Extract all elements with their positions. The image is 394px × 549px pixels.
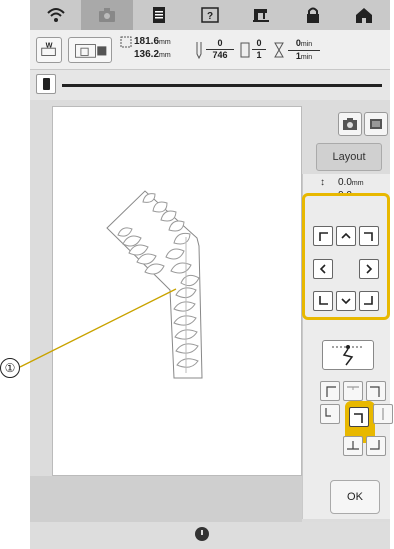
start-top-right-button[interactable] (366, 381, 386, 401)
start-top-left-button[interactable] (320, 381, 340, 401)
top-toolbar: ? (30, 0, 390, 30)
vertical-offset: ↕ 0.0mm (320, 177, 364, 190)
lower-area (30, 476, 302, 522)
stitch-path-icon (332, 345, 364, 366)
start-bottom-right-button[interactable] (366, 436, 386, 456)
spool-icon (42, 78, 50, 90)
move-up-left-button[interactable] (313, 226, 333, 246)
needle-icon (196, 42, 202, 60)
pattern-height: 136.2mm (134, 49, 171, 62)
callout-marker: ① (0, 358, 20, 378)
image-icon (370, 119, 382, 129)
height-unit: mm (159, 52, 171, 59)
wifi-icon (46, 8, 65, 22)
color-total: 1 (256, 50, 262, 60)
corner-bottom-right-icon (370, 440, 380, 450)
corner-top-left-icon (326, 386, 336, 397)
background-image-button[interactable] (364, 112, 388, 136)
document-button[interactable] (133, 0, 184, 30)
color-current: 0 (252, 38, 266, 50)
frame-size-button[interactable] (68, 37, 112, 63)
machine-button[interactable] (236, 0, 287, 30)
size-icon (120, 36, 132, 48)
wifi-button[interactable] (30, 0, 81, 30)
corner-center-icon (354, 413, 363, 423)
corner-up-left-icon (319, 232, 328, 241)
status-bar (30, 522, 390, 549)
vertical-value: 0.0 (338, 177, 352, 188)
start-middle-left-button[interactable] (320, 404, 340, 424)
stitch-path-button[interactable] (322, 340, 374, 370)
width-value: 181.6 (134, 36, 160, 47)
edge-bottom-icon (347, 441, 359, 450)
corner-down-right-icon (364, 296, 373, 305)
camera-scan-button[interactable] (338, 112, 362, 136)
thread-color-icon (240, 42, 250, 58)
move-up-button[interactable] (336, 226, 356, 246)
hourglass-icon (274, 42, 284, 58)
start-bottom-center-button[interactable] (343, 436, 363, 456)
time-count: 0min 1min (288, 38, 320, 63)
frame-button[interactable]: W (36, 37, 62, 63)
start-middle-right-button[interactable] (373, 404, 393, 424)
document-icon (152, 7, 165, 23)
color-count: 01 (252, 38, 266, 61)
start-top-center-button[interactable] (343, 381, 363, 401)
corner-top-right-icon (370, 386, 380, 397)
chevron-up-icon (341, 232, 351, 239)
vertical-unit: mm (351, 180, 364, 187)
svg-text:?: ? (207, 11, 213, 22)
chevron-left-icon (319, 264, 326, 274)
stitch-current: 0 (206, 38, 234, 50)
chevron-down-icon (341, 298, 351, 305)
device-screen: ? W 181.6mm 136.2mm 0 746 0 1 0min 1min … (30, 0, 393, 549)
home-icon (356, 8, 373, 23)
help-icon: ? (201, 7, 219, 23)
layout-tab[interactable]: Layout (316, 143, 382, 171)
stitch-count: 0 746 (206, 38, 234, 61)
edge-top-icon (347, 386, 359, 390)
embroidery-canvas[interactable] (52, 106, 302, 476)
edge-right-icon (382, 408, 384, 420)
sewing-machine-icon (253, 9, 270, 22)
move-down-right-button[interactable] (359, 291, 379, 311)
stitch-total: 746 (212, 50, 228, 60)
vertical-arrow-icon: ↕ (320, 177, 325, 188)
svg-text:W: W (46, 40, 53, 49)
lock-icon (306, 7, 319, 23)
lock-button[interactable] (287, 0, 338, 30)
camera-button[interactable] (81, 0, 133, 30)
thread-color-line (62, 84, 382, 87)
corner-down-left-icon (319, 296, 328, 305)
time-current-unit: min (300, 41, 313, 48)
ok-button[interactable]: OK (330, 480, 380, 514)
help-button[interactable]: ? (184, 0, 235, 30)
move-down-button[interactable] (336, 291, 356, 311)
edge-left-icon (325, 408, 331, 417)
corner-up-right-icon (364, 232, 373, 241)
height-value: 136.2 (134, 49, 160, 60)
pattern-info-bar: W 181.6mm 136.2mm 0 746 01 0min 1min (30, 30, 390, 70)
pattern-width: 181.6mm (134, 36, 171, 49)
thread-color-bar (30, 70, 390, 100)
embroidery-frame-icon: W (41, 40, 56, 56)
camera-icon (343, 118, 357, 130)
camera-icon (99, 8, 116, 22)
feather-quilt-pattern (106, 190, 203, 379)
thread-spool-button[interactable] (36, 74, 56, 94)
start-center-button[interactable] (349, 407, 369, 427)
move-direction-pad (302, 193, 390, 320)
move-up-right-button[interactable] (359, 226, 379, 246)
home-button[interactable] (339, 0, 390, 30)
width-unit: mm (159, 39, 171, 46)
move-left-button[interactable] (313, 259, 333, 279)
clock-icon (195, 527, 209, 541)
move-down-left-button[interactable] (313, 291, 333, 311)
chevron-right-icon (366, 264, 373, 274)
time-total-unit: min (300, 54, 313, 61)
frame-size-icon (75, 44, 107, 58)
move-right-button[interactable] (359, 259, 379, 279)
